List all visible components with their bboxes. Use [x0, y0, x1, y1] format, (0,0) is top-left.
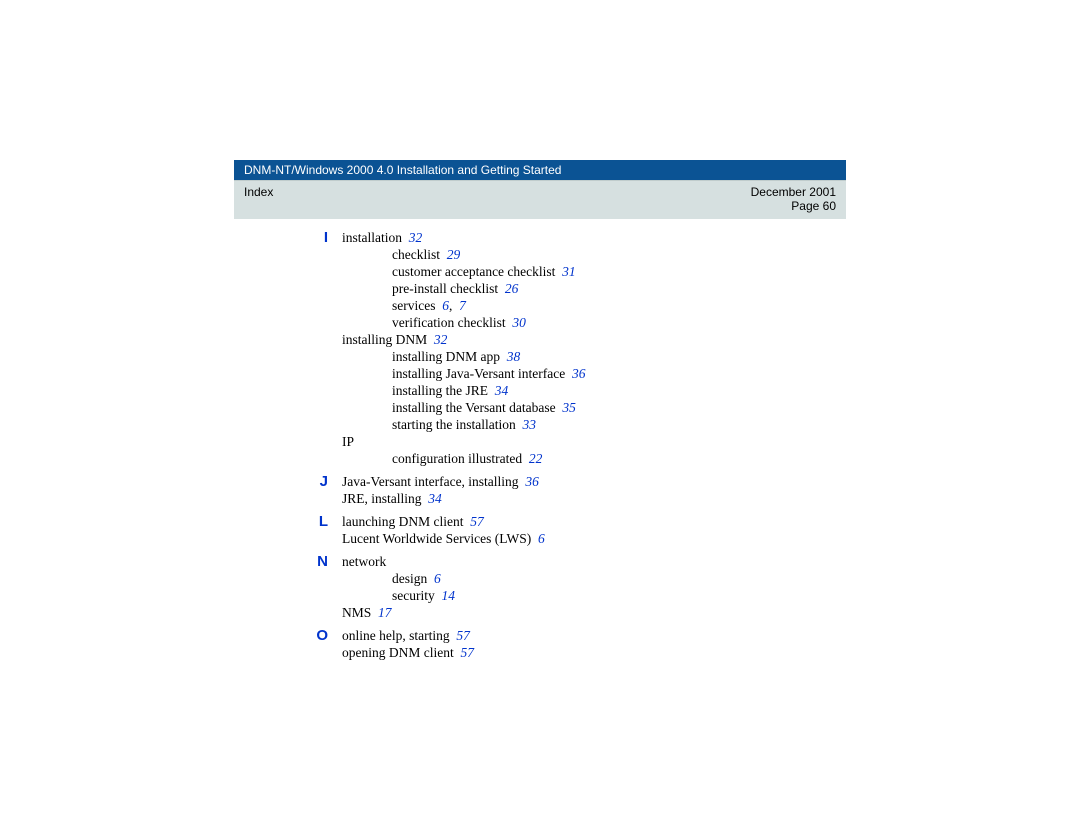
index-entry: design 6 — [342, 570, 455, 587]
page-link[interactable]: 31 — [562, 264, 576, 279]
section-letter: L — [234, 513, 342, 530]
page-link[interactable]: 22 — [529, 451, 543, 466]
page-link[interactable]: 57 — [456, 628, 470, 643]
index-body: I installation 32 checklist 29 customer … — [234, 219, 846, 661]
index-entry: installing the Versant database 35 — [342, 399, 585, 416]
page-link[interactable]: 7 — [459, 298, 466, 313]
section-letter: N — [234, 553, 342, 570]
page-link[interactable]: 32 — [409, 230, 423, 245]
page-link[interactable]: 6 — [442, 298, 449, 313]
doc-title: DNM-NT/Windows 2000 4.0 Installation and… — [244, 163, 561, 177]
doc-page-number: Page 60 — [751, 199, 836, 213]
index-section-J: J Java-Versant interface, installing 36 … — [234, 473, 846, 507]
index-entry: installing DNM 32 — [342, 331, 585, 348]
index-entry: starting the installation 33 — [342, 416, 585, 433]
section-entries: network design 6 security 14 NMS 17 — [342, 553, 455, 621]
page-link[interactable]: 14 — [442, 588, 456, 603]
page-link[interactable]: 34 — [495, 383, 509, 398]
index-entry: customer acceptance checklist 31 — [342, 263, 585, 280]
page-link[interactable]: 36 — [572, 366, 586, 381]
index-entry: NMS 17 — [342, 604, 455, 621]
title-bar: DNM-NT/Windows 2000 4.0 Installation and… — [234, 160, 846, 180]
section-entries: installation 32 checklist 29 customer ac… — [342, 229, 585, 467]
index-entry: JRE, installing 34 — [342, 490, 539, 507]
index-entry: opening DNM client 57 — [342, 644, 474, 661]
index-entry: online help, starting 57 — [342, 627, 474, 644]
index-entry: Lucent Worldwide Services (LWS) 6 — [342, 530, 545, 547]
meta-bar: Index December 2001 Page 60 — [234, 180, 846, 219]
index-entry: security 14 — [342, 587, 455, 604]
page-link[interactable]: 38 — [507, 349, 521, 364]
index-entry: services 6, 7 — [342, 297, 585, 314]
page-link[interactable]: 30 — [512, 315, 526, 330]
index-entry: verification checklist 30 — [342, 314, 585, 331]
document-page: DNM-NT/Windows 2000 4.0 Installation and… — [234, 160, 846, 667]
page-link[interactable]: 33 — [522, 417, 536, 432]
page-link[interactable]: 35 — [562, 400, 576, 415]
page-link[interactable]: 36 — [525, 474, 539, 489]
index-section-N: N network design 6 security 14 NMS 17 — [234, 553, 846, 621]
page-link[interactable]: 57 — [460, 645, 474, 660]
index-entry: launching DNM client 57 — [342, 513, 545, 530]
index-entry: installing DNM app 38 — [342, 348, 585, 365]
index-entry: IP — [342, 433, 585, 450]
index-entry: pre-install checklist 26 — [342, 280, 585, 297]
page-link[interactable]: 26 — [505, 281, 519, 296]
index-section-L: L launching DNM client 57 Lucent Worldwi… — [234, 513, 846, 547]
page-link[interactable]: 29 — [447, 247, 461, 262]
meta-right: December 2001 Page 60 — [751, 185, 836, 213]
index-entry: installing the JRE 34 — [342, 382, 585, 399]
index-entry: checklist 29 — [342, 246, 585, 263]
page-link[interactable]: 57 — [470, 514, 484, 529]
doc-date: December 2001 — [751, 185, 836, 199]
page-link[interactable]: 34 — [428, 491, 442, 506]
section-entries: online help, starting 57 opening DNM cli… — [342, 627, 474, 661]
index-entry: network — [342, 553, 455, 570]
index-section-O: O online help, starting 57 opening DNM c… — [234, 627, 846, 661]
page-link[interactable]: 17 — [378, 605, 392, 620]
index-entry: Java-Versant interface, installing 36 — [342, 473, 539, 490]
section-letter: J — [234, 473, 342, 490]
section-letter: O — [234, 627, 342, 644]
index-section-I: I installation 32 checklist 29 customer … — [234, 229, 846, 467]
index-entry: installing Java-Versant interface 36 — [342, 365, 585, 382]
page-link[interactable]: 6 — [434, 571, 441, 586]
meta-left: Index — [244, 185, 273, 213]
index-entry: configuration illustrated 22 — [342, 450, 585, 467]
section-entries: Java-Versant interface, installing 36 JR… — [342, 473, 539, 507]
index-entry: installation 32 — [342, 229, 585, 246]
page-link[interactable]: 6 — [538, 531, 545, 546]
page-link[interactable]: 32 — [434, 332, 448, 347]
section-entries: launching DNM client 57 Lucent Worldwide… — [342, 513, 545, 547]
section-letter: I — [234, 229, 342, 246]
